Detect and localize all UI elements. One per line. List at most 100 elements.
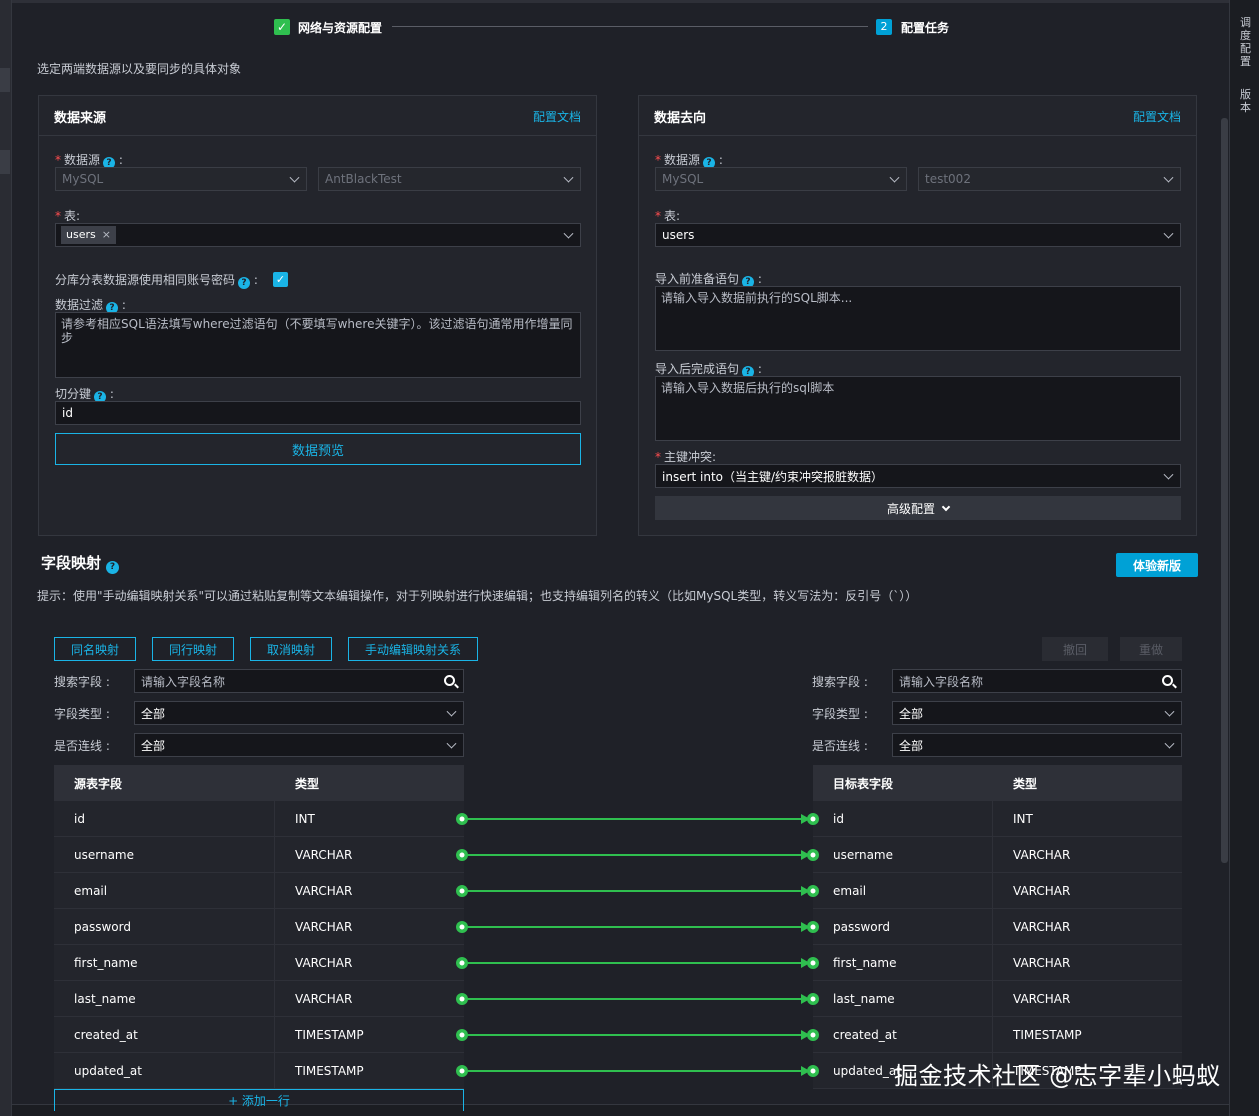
- source-datasource-type-select[interactable]: MySQL: [55, 167, 307, 191]
- source-field-type: VARCHAR: [295, 991, 353, 1006]
- source-table-select[interactable]: users ×: [55, 223, 581, 247]
- right-linked-select[interactable]: 全部: [892, 733, 1182, 757]
- target-table-select[interactable]: users: [655, 223, 1181, 247]
- top-border: [12, 0, 1229, 3]
- table-row[interactable]: email VARCHAR: [54, 873, 464, 909]
- redo-button[interactable]: 重做: [1120, 637, 1182, 661]
- search-icon[interactable]: [444, 675, 455, 686]
- source-field-type: TIMESTAMP: [295, 1063, 364, 1078]
- table-row[interactable]: first_name VARCHAR: [54, 945, 464, 981]
- chevron-down-icon: [289, 172, 300, 183]
- target-fields-table: 目标表字段 类型 id INT username VARCHAR email VARCHA…: [813, 765, 1182, 1089]
- target-field-type: VARCHAR: [1013, 991, 1071, 1006]
- target-field-name: id: [813, 801, 993, 836]
- source-doc-link[interactable]: 配置文档: [533, 108, 581, 125]
- left-type-select[interactable]: 全部: [134, 701, 464, 725]
- right-linked-label: 是否连线 :: [812, 739, 868, 753]
- table-row[interactable]: id INT: [54, 801, 464, 837]
- source-table-header: 源表字段 类型: [54, 765, 464, 801]
- right-search-input[interactable]: 请输入字段名称: [892, 669, 1182, 693]
- table-tag: users ×: [61, 226, 116, 244]
- table-row[interactable]: last_name VARCHAR: [813, 981, 1182, 1017]
- table-row[interactable]: username VARCHAR: [813, 837, 1182, 873]
- target-panel-title: 数据去向: [654, 111, 707, 126]
- sidebar-item-version[interactable]: 版本: [1240, 88, 1254, 114]
- table-row[interactable]: password VARCHAR: [813, 909, 1182, 945]
- link-anchor-center: [459, 888, 465, 894]
- pre-sql-textarea[interactable]: 请输入导入数据前执行的SQL脚本...: [655, 286, 1181, 351]
- table-row[interactable]: created_at TIMESTAMP: [813, 1017, 1182, 1053]
- table-row[interactable]: username VARCHAR: [54, 837, 464, 873]
- conflict-label: * 主键冲突:: [655, 450, 717, 464]
- source-field-name: email: [54, 873, 275, 908]
- link-anchor-center: [810, 1068, 816, 1074]
- filter-textarea[interactable]: 请参考相应SQL语法填写where过滤语句（不要填写where关键字）。该过滤语…: [55, 312, 581, 378]
- target-col-type: 类型: [1013, 776, 1038, 791]
- target-doc-link[interactable]: 配置文档: [1133, 108, 1181, 125]
- link-anchor-center: [459, 1032, 465, 1038]
- same-account-checkbox[interactable]: ✓: [273, 272, 288, 287]
- link-anchor-center: [459, 924, 465, 930]
- chevron-down-icon: [1164, 706, 1175, 717]
- manual-edit-map-button[interactable]: 手动编辑映射关系: [348, 637, 478, 661]
- chevron-down-icon: [1163, 469, 1174, 480]
- cancel-map-button[interactable]: 取消映射: [250, 637, 332, 661]
- source-field-name: username: [54, 837, 275, 872]
- right-type-label: 字段类型 :: [812, 707, 868, 721]
- undo-button[interactable]: 撤回: [1042, 637, 1108, 661]
- new-version-button[interactable]: 体验新版: [1116, 553, 1198, 577]
- tag-close-icon[interactable]: ×: [102, 226, 111, 244]
- link-anchor-center: [459, 852, 465, 858]
- source-field-name: id: [54, 801, 275, 836]
- left-linked-select[interactable]: 全部: [134, 733, 464, 757]
- left-search-input[interactable]: 请输入字段名称: [134, 669, 464, 693]
- left-nav-strip: [0, 0, 12, 1116]
- target-rows: id INT username VARCHAR email VARCHAR password…: [813, 801, 1182, 1089]
- step-2-title[interactable]: 配置任务: [901, 19, 949, 36]
- right-search-label: 搜索字段 :: [812, 675, 868, 689]
- link-anchor-center: [810, 888, 816, 894]
- link-anchor-center: [459, 816, 465, 822]
- step-1-title[interactable]: 网络与资源配置: [298, 19, 382, 36]
- table-row[interactable]: first_name VARCHAR: [813, 945, 1182, 981]
- same-name-map-button[interactable]: 同名映射: [54, 637, 136, 661]
- target-datasource-type-select[interactable]: MySQL: [655, 167, 907, 191]
- advanced-config-button[interactable]: 高级配置: [655, 496, 1181, 520]
- source-field-type: VARCHAR: [295, 955, 353, 970]
- sidebar-item-schedule[interactable]: 调度配置: [1240, 16, 1254, 68]
- help-icon[interactable]: ?: [238, 277, 251, 289]
- vertical-scrollbar[interactable]: [1221, 118, 1228, 863]
- target-datasource-name-select[interactable]: test002: [918, 167, 1181, 191]
- post-sql-textarea[interactable]: 请输入导入数据后执行的sql脚本: [655, 376, 1181, 441]
- table-row[interactable]: password VARCHAR: [54, 909, 464, 945]
- target-field-type: VARCHAR: [1013, 883, 1071, 898]
- table-row[interactable]: created_at TIMESTAMP: [54, 1017, 464, 1053]
- split-key-input[interactable]: id: [55, 401, 581, 425]
- help-icon[interactable]: ?: [106, 561, 120, 574]
- same-row-map-button[interactable]: 同行映射: [152, 637, 234, 661]
- source-datasource-name-select[interactable]: AntBlackTest: [318, 167, 581, 191]
- left-nav-marker: [0, 68, 10, 92]
- table-row[interactable]: email VARCHAR: [813, 873, 1182, 909]
- right-type-select[interactable]: 全部: [892, 701, 1182, 725]
- link-anchor-center: [810, 996, 816, 1002]
- source-field-name: updated_at: [54, 1053, 275, 1088]
- source-col-field: 源表字段: [74, 776, 123, 791]
- chevron-down-icon: [889, 172, 900, 183]
- chevron-down-icon: [563, 172, 574, 183]
- chevron-down-icon: [1164, 738, 1175, 749]
- data-preview-button[interactable]: 数据预览: [55, 433, 581, 465]
- target-field-type: INT: [1013, 811, 1033, 826]
- table-row[interactable]: id INT: [813, 801, 1182, 837]
- source-field-type: VARCHAR: [295, 883, 353, 898]
- table-row[interactable]: updated_at TIMESTAMP: [54, 1053, 464, 1089]
- search-icon[interactable]: [1162, 675, 1173, 686]
- mapping-links: [456, 813, 819, 1077]
- add-row-button[interactable]: + 添加一行: [54, 1089, 464, 1111]
- target-field-name: password: [813, 909, 993, 944]
- source-fields-table: 源表字段 类型 id INT username VARCHAR email VARCHAR…: [54, 765, 464, 1089]
- table-row[interactable]: last_name VARCHAR: [54, 981, 464, 1017]
- conflict-select[interactable]: insert into（当主键/约束冲突报脏数据）: [655, 464, 1181, 488]
- page-description: 选定两端数据源以及要同步的具体对象: [37, 62, 242, 76]
- left-type-label: 字段类型 :: [54, 707, 110, 721]
